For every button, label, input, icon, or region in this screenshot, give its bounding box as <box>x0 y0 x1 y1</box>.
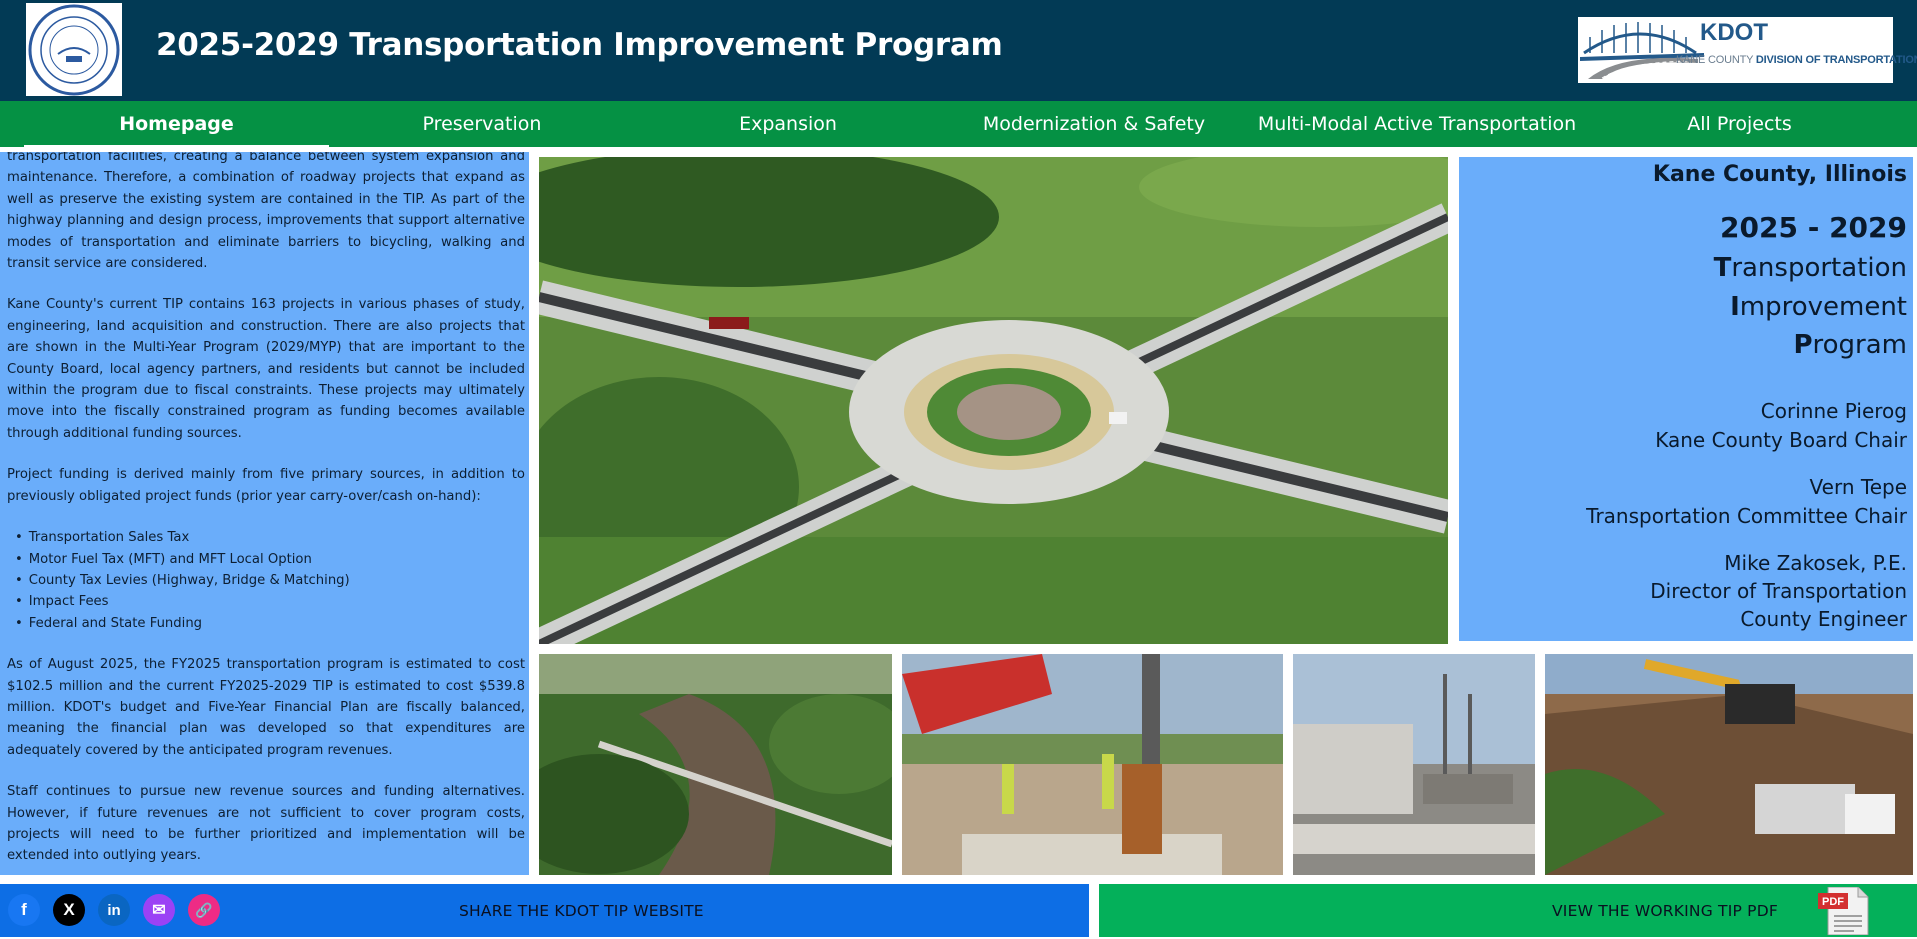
header: 2025-2029 Transportation Improvement Pro… <box>0 0 1917 101</box>
intro-paragraph-1: transportation facilities, creating a ba… <box>7 152 525 272</box>
view-pdf-button[interactable]: VIEW THE WORKING TIP PDF PDF <box>1099 884 1917 937</box>
intro-paragraph-4: As of August 2025, the FY2025 transporta… <box>7 657 525 758</box>
nav-preservation[interactable]: Preservation <box>329 101 635 147</box>
title-word-program: Program <box>1793 330 1907 360</box>
view-pdf-label[interactable]: VIEW THE WORKING TIP PDF <box>1552 884 1778 937</box>
title-word-transportation: Transportation <box>1713 253 1907 283</box>
svg-text:PDF: PDF <box>1822 896 1844 908</box>
county-name: Kane County, Illinois <box>1652 162 1907 187</box>
list-item: Federal and State Funding <box>15 613 525 634</box>
intro-text-panel[interactable]: transportation facilities, creating a ba… <box>0 152 529 875</box>
nav-modernization-safety[interactable]: Modernization & Safety <box>941 101 1247 147</box>
copy-link-icon[interactable]: 🔗 <box>188 894 220 926</box>
main-nav: Homepage Preservation Expansion Moderniz… <box>0 101 1917 150</box>
title-word-improvement: Improvement <box>1730 292 1907 322</box>
x-twitter-icon[interactable]: X <box>53 894 85 926</box>
email-icon[interactable]: ✉ <box>143 894 175 926</box>
funding-sources-list: Transportation Sales Tax Motor Fuel Tax … <box>7 527 525 634</box>
list-item: Transportation Sales Tax <box>15 527 525 548</box>
official-name: Vern Tepe <box>1809 475 1907 499</box>
river-bridge-photo <box>539 654 892 875</box>
official-name: Corinne Pierog <box>1760 399 1907 423</box>
nav-multi-modal[interactable]: Multi-Modal Active Transportation <box>1247 101 1587 147</box>
official-title-2: County Engineer <box>1740 607 1907 631</box>
kdot-name: KDOT <box>1700 19 1768 46</box>
official-title: Kane County Board Chair <box>1655 428 1907 452</box>
program-years: 2025 - 2029 <box>1720 211 1907 244</box>
facebook-icon[interactable]: f <box>8 894 40 926</box>
official-title: Transportation Committee Chair <box>1586 504 1907 528</box>
excavator-truck-photo <box>1545 654 1913 875</box>
pdf-document-icon[interactable]: PDF <box>1818 886 1870 936</box>
kane-county-seal-logo[interactable] <box>26 3 122 96</box>
official-name: Mike Zakosek, P.E. <box>1724 551 1907 575</box>
official-title: Director of Transportation <box>1650 579 1907 603</box>
nav-expansion[interactable]: Expansion <box>635 101 941 147</box>
share-website-label[interactable]: SHARE THE KDOT TIP WEBSITE <box>459 884 704 937</box>
list-item: County Tax Levies (Highway, Bridge & Mat… <box>15 570 525 591</box>
share-bar: f X in ✉ 🔗 SHARE THE KDOT TIP WEBSITE <box>0 884 1089 937</box>
bridge-abutment-photo <box>1293 654 1535 875</box>
page-title: 2025-2029 Transportation Improvement Pro… <box>156 27 1003 63</box>
program-title-panel: Kane County, Illinois 2025 - 2029 Transp… <box>1459 157 1913 641</box>
nav-active-underline <box>24 145 329 147</box>
construction-crew-photo <box>902 654 1283 875</box>
roundabout-aerial-photo <box>539 157 1448 644</box>
list-item: Impact Fees <box>15 591 525 612</box>
list-item: Motor Fuel Tax (MFT) and MFT Local Optio… <box>15 549 525 570</box>
linkedin-icon[interactable]: in <box>98 894 130 926</box>
intro-paragraph-2: Kane County's current TIP contains 163 p… <box>7 297 525 441</box>
kdot-logo[interactable]: KDOT KANE COUNTY DIVISION OF TRANSPORTAT… <box>1578 17 1917 83</box>
nav-homepage[interactable]: Homepage <box>24 101 329 147</box>
nav-all-projects[interactable]: All Projects <box>1587 101 1892 147</box>
intro-paragraph-5: Staff continues to pursue new revenue so… <box>7 784 525 864</box>
kdot-subtitle: KANE COUNTY DIVISION OF TRANSPORTATION <box>1676 54 1917 66</box>
intro-paragraph-3: Project funding is derived mainly from f… <box>7 467 525 504</box>
